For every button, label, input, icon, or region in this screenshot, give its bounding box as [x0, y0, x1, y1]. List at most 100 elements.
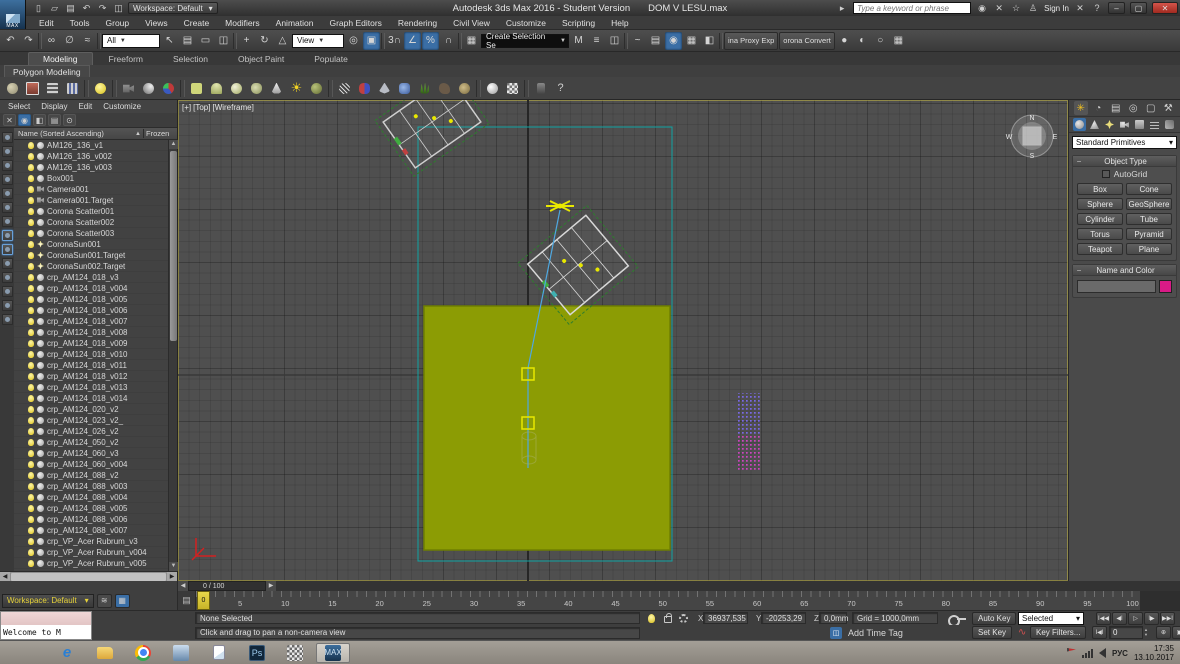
scene-object-row[interactable]: AM126_136_v002 [14, 151, 177, 162]
taskbar-clock[interactable]: 17:35 13.10.2017 [1134, 644, 1178, 662]
explorer-menu-item[interactable]: Select [3, 102, 35, 111]
view-cube[interactable]: N S W E [1006, 115, 1058, 160]
toolbar-button[interactable]: ▦ [890, 32, 907, 50]
toolbar-button[interactable]: ● [836, 32, 853, 50]
scene-object-row[interactable]: Corona Scatter001 [14, 206, 177, 217]
tool-icon[interactable] [308, 80, 325, 97]
visibility-bulb-icon[interactable] [28, 197, 34, 204]
visibility-bulb-icon[interactable] [28, 241, 34, 248]
viewport-nav-button[interactable]: ▣ [1172, 626, 1180, 639]
toolbar-button[interactable]: ▭ [197, 32, 214, 50]
tool-icon[interactable] [356, 80, 373, 97]
display-filter-icon[interactable] [2, 174, 13, 185]
visibility-bulb-icon[interactable] [28, 230, 34, 237]
toolbar-button[interactable]: ▤ [647, 32, 664, 50]
search-expand-icon[interactable]: ▸ [836, 3, 848, 14]
taskbar-app-button[interactable]: Ps [240, 643, 274, 663]
ribbon-tab[interactable]: Populate [300, 53, 362, 65]
tool-icon[interactable] [112, 80, 117, 97]
toolbar-button[interactable]: ↻ [256, 32, 273, 50]
scene-object-row[interactable]: Camera001 [14, 184, 177, 195]
restore-button[interactable]: ▢ [1130, 2, 1147, 14]
scene-object-row[interactable]: crp_AM124_026_v2 [14, 426, 177, 437]
primitive-category-dropdown[interactable]: Standard Primitives▾ [1072, 136, 1177, 149]
scene-object-row[interactable]: AM126_136_v003 [14, 162, 177, 173]
visibility-bulb-icon[interactable] [28, 428, 34, 435]
scene-object-row[interactable]: crp_AM124_088_v2 [14, 470, 177, 481]
close-button[interactable]: ✕ [1152, 2, 1178, 14]
binoculars-icon[interactable]: ◉ [976, 3, 988, 14]
display-tab[interactable]: ▢ [1144, 101, 1158, 115]
find-icon[interactable]: ◉ [18, 114, 31, 126]
scene-object-row[interactable]: crp_AM124_018_v006 [14, 305, 177, 316]
taskbar-app-button[interactable] [278, 643, 312, 663]
new-file-button[interactable]: ▯ [32, 2, 45, 14]
add-time-tag-label[interactable]: Add Time Tag [848, 628, 903, 638]
taskbar-app-button[interactable]: MAX [316, 643, 350, 663]
taskbar-app-button[interactable] [164, 643, 198, 663]
visibility-bulb-icon[interactable] [28, 329, 34, 336]
set-key-button[interactable]: Set Key [972, 626, 1012, 639]
menu-item[interactable]: Rendering [391, 17, 444, 29]
display-filter-icon[interactable] [2, 146, 13, 157]
explorer-menu-item[interactable]: Customize [98, 102, 146, 111]
corona-converter-button[interactable]: orona Convert [779, 32, 835, 50]
tool-icon[interactable] [180, 80, 185, 97]
redo-quick-button[interactable]: ↷ [96, 2, 109, 14]
visibility-bulb-icon[interactable] [28, 153, 34, 160]
scroll-down-icon[interactable]: ▼ [169, 562, 178, 571]
toolbar-button[interactable]: ◉ [665, 32, 682, 50]
cameras-category-icon[interactable] [1118, 118, 1131, 131]
time-tag-icon[interactable]: ◫ [830, 627, 842, 639]
menu-item[interactable]: Graph Editors [322, 17, 388, 29]
toolbar-button[interactable]: ▦ [683, 32, 700, 50]
visibility-bulb-icon[interactable] [28, 263, 34, 270]
primitive-button[interactable]: Pyramid [1126, 228, 1172, 240]
scroll-right-icon[interactable]: ▶ [167, 572, 177, 582]
toolbar-button[interactable]: ▤ [179, 32, 196, 50]
open-mini-curve-editor-button[interactable]: ▤ [178, 591, 196, 610]
time-slider[interactable]: 0 [197, 591, 210, 610]
workspace-dropdown[interactable]: Workspace: Default▾ [128, 2, 218, 14]
toolbar-button[interactable]: ∅ [61, 32, 78, 50]
toolbar-button[interactable]: ∩ [440, 32, 457, 50]
visibility-bulb-icon[interactable] [28, 307, 34, 314]
object-name-field[interactable] [1077, 280, 1156, 293]
visibility-bulb-icon[interactable] [28, 164, 34, 171]
tool-icon[interactable] [44, 80, 61, 97]
toolbar-button[interactable]: ▣ [363, 32, 380, 50]
tool-icon[interactable] [532, 80, 549, 97]
menu-item[interactable]: Modifiers [218, 17, 266, 29]
toolbar-button[interactable]: △ [274, 32, 291, 50]
primitive-button[interactable]: Cone [1126, 183, 1172, 195]
tool-icon[interactable] [504, 80, 521, 97]
menu-item[interactable]: Scripting [555, 17, 602, 29]
shapes-category-icon[interactable] [1088, 118, 1101, 131]
visibility-bulb-icon[interactable] [28, 175, 34, 182]
lock-explorer-icon[interactable]: ◧ [33, 114, 46, 126]
scene-explorer-toggle-icon[interactable]: ▦ [115, 594, 130, 608]
visibility-bulb-icon[interactable] [28, 142, 34, 149]
spacewarps-category-icon[interactable] [1148, 118, 1161, 131]
visibility-bulb-icon[interactable] [28, 505, 34, 512]
toolbar-button[interactable] [624, 33, 628, 49]
isolate-bulb-icon[interactable] [645, 612, 658, 624]
display-filter-icon[interactable] [2, 300, 13, 311]
scene-object-row[interactable]: CoronaSun002.Target [14, 261, 177, 272]
track-scroll-left-icon[interactable]: ◀ [178, 581, 188, 591]
ribbon-tab[interactable]: Modeling [28, 52, 93, 65]
sign-in-button[interactable]: Sign In [1044, 4, 1069, 13]
z-coord-field[interactable]: 0,0mm [819, 612, 847, 624]
maxscript-mini-listener[interactable]: Welcome to M [0, 625, 92, 640]
absolute-mode-gear-icon[interactable] [677, 612, 690, 624]
toolbar-button[interactable]: ◫ [606, 32, 623, 50]
save-file-button[interactable]: ▤ [64, 2, 77, 14]
display-filter-icon[interactable] [2, 230, 13, 241]
explorer-vertical-scrollbar[interactable]: ▲ ▼ [168, 140, 177, 571]
toolbar-button[interactable]: % [422, 32, 439, 50]
toolbar-button[interactable]: + [238, 32, 255, 50]
taskbar-app-button[interactable] [126, 643, 160, 663]
scene-object-row[interactable]: crp_AM124_088_v004 [14, 492, 177, 503]
visibility-bulb-icon[interactable] [28, 395, 34, 402]
autogrid-checkbox[interactable] [1102, 170, 1110, 178]
